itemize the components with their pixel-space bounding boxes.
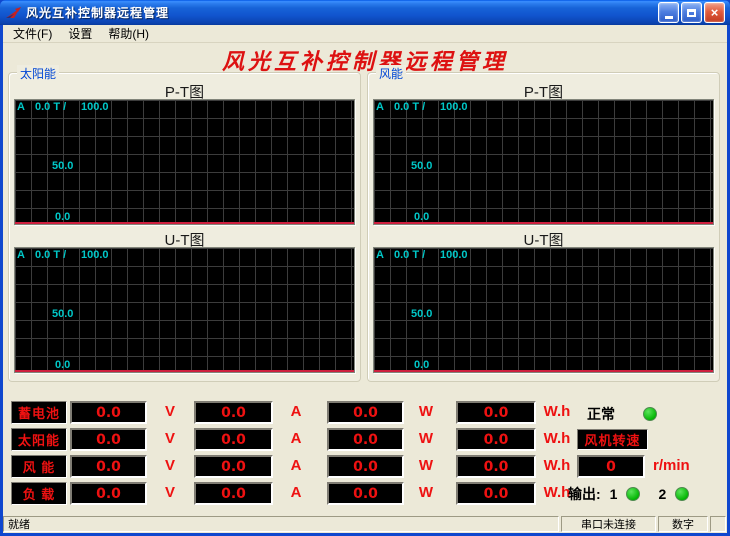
minimize-button[interactable] [658, 2, 679, 23]
unit-watt: W [409, 457, 443, 474]
unit-volt: V [153, 484, 187, 501]
close-icon: × [711, 6, 719, 19]
menu-bar: 文件(F) 设置 帮助(H) [3, 25, 727, 43]
chart-zero-line [15, 222, 354, 224]
chart-marker-label: A [17, 249, 25, 261]
groupbox-solar-caption: 太阳能 [17, 65, 59, 82]
unit-amp: A [279, 403, 313, 420]
solar-ut-chart-plot: A 0.0 T / 100.0 50.0 0.0 [14, 247, 355, 373]
wind-current-display: 0.0 [194, 455, 273, 478]
chart-zero-line [15, 370, 354, 372]
load-voltage-display: 0.0 [70, 482, 147, 505]
unit-amp: A [279, 457, 313, 474]
status-bar: 就绪 串口未连接 数字 [3, 515, 727, 533]
row-label-solar: 太阳能 [11, 428, 67, 451]
row-label-battery: 蓄电池 [11, 401, 67, 424]
row-label-wind: 风 能 [11, 455, 67, 478]
unit-volt: V [153, 430, 187, 447]
chart-ymid-label: 50.0 [52, 308, 73, 320]
output-2-label: 2 [658, 486, 666, 502]
close-button[interactable]: × [704, 2, 725, 23]
groupbox-wind-caption: 风能 [376, 65, 406, 82]
chart-marker-label: A [376, 101, 384, 113]
battery-power-display: 0.0 [327, 401, 404, 424]
chart-ymax-label: 100.0 [81, 101, 109, 113]
wind-energy-display: 0.0 [456, 455, 536, 478]
wind-voltage-display: 0.0 [70, 455, 147, 478]
load-energy-display: 0.0 [456, 482, 536, 505]
chart-marker-label: A [376, 249, 384, 261]
load-current-display: 0.0 [194, 482, 273, 505]
output-row: 输出: 1 2 [568, 484, 689, 504]
row-label-load: 负 载 [11, 482, 67, 505]
chart-zero-line [374, 370, 713, 372]
wind-pt-chart-plot: A 0.0 T / 100.0 50.0 0.0 [373, 99, 714, 225]
status-resize-grip [710, 516, 726, 532]
window-title: 风光互补控制器远程管理 [26, 4, 658, 21]
chart-ymax-label: 100.0 [81, 249, 109, 261]
client-area: 风光互补控制器远程管理 太阳能 P-T图 A 0.0 T / 100.0 50.… [3, 43, 727, 515]
chart-tscale-label: 0.0 T / [35, 101, 66, 113]
battery-voltage-display: 0.0 [70, 401, 147, 424]
chart-tscale-label: 0.0 T / [394, 249, 425, 261]
status-ready: 就绪 [3, 516, 559, 532]
unit-watthour: W.h [537, 403, 577, 420]
chart-zero-line [374, 222, 713, 224]
solar-voltage-display: 0.0 [70, 428, 147, 451]
app-icon [5, 5, 22, 21]
unit-amp: A [279, 430, 313, 447]
battery-current-display: 0.0 [194, 401, 273, 424]
unit-watt: W [409, 403, 443, 420]
unit-watt: W [409, 484, 443, 501]
normal-status-label: 正常 [587, 404, 615, 424]
unit-amp: A [279, 484, 313, 501]
chart-tscale-label: 0.0 T / [394, 101, 425, 113]
output-1-led [626, 487, 640, 501]
app-window: 风光互补控制器远程管理 × 文件(F) 设置 帮助(H) 风光互补控制器远程管理… [0, 0, 730, 536]
chart-marker-label: A [17, 101, 25, 113]
menu-file[interactable]: 文件(F) [5, 24, 60, 43]
chart-ymid-label: 50.0 [52, 160, 73, 172]
status-serial-connection: 串口未连接 [561, 516, 656, 532]
solar-pt-chart-plot: A 0.0 T / 100.0 50.0 0.0 [14, 99, 355, 225]
unit-volt: V [153, 403, 187, 420]
menu-help[interactable]: 帮助(H) [100, 24, 157, 43]
unit-watthour: W.h [537, 430, 577, 447]
fan-speed-display: 0 [577, 455, 645, 478]
groupbox-solar: 太阳能 P-T图 A 0.0 T / 100.0 50.0 0.0 U-T图 A… [8, 72, 361, 382]
unit-watt: W [409, 430, 443, 447]
load-power-display: 0.0 [327, 482, 404, 505]
solar-energy-display: 0.0 [456, 428, 536, 451]
chart-ymax-label: 100.0 [440, 101, 468, 113]
battery-energy-display: 0.0 [456, 401, 536, 424]
unit-volt: V [153, 457, 187, 474]
system-normal-row: 正常 [587, 404, 657, 424]
groupbox-wind: 风能 P-T图 A 0.0 T / 100.0 50.0 0.0 U-T图 A … [367, 72, 720, 382]
menu-settings[interactable]: 设置 [60, 24, 100, 43]
chart-ymax-label: 100.0 [440, 249, 468, 261]
unit-watthour: W.h [537, 457, 577, 474]
solar-power-display: 0.0 [327, 428, 404, 451]
title-bar[interactable]: 风光互补控制器远程管理 × [0, 0, 730, 25]
fan-speed-label-box: 风机转速 [577, 429, 648, 450]
solar-current-display: 0.0 [194, 428, 273, 451]
chart-ymid-label: 50.0 [411, 308, 432, 320]
chart-ymid-label: 50.0 [411, 160, 432, 172]
wind-power-display: 0.0 [327, 455, 404, 478]
output-label: 输出: [568, 484, 601, 504]
status-num-mode: 数字 [658, 516, 708, 532]
output-1-label: 1 [610, 486, 618, 502]
output-2-led [675, 487, 689, 501]
wind-ut-chart-plot: A 0.0 T / 100.0 50.0 0.0 [373, 247, 714, 373]
maximize-icon [687, 9, 696, 17]
fan-speed-unit: r/min [653, 457, 690, 474]
chart-tscale-label: 0.0 T / [35, 249, 66, 261]
normal-status-led [643, 407, 657, 421]
minimize-icon [665, 16, 673, 19]
maximize-button[interactable] [681, 2, 702, 23]
